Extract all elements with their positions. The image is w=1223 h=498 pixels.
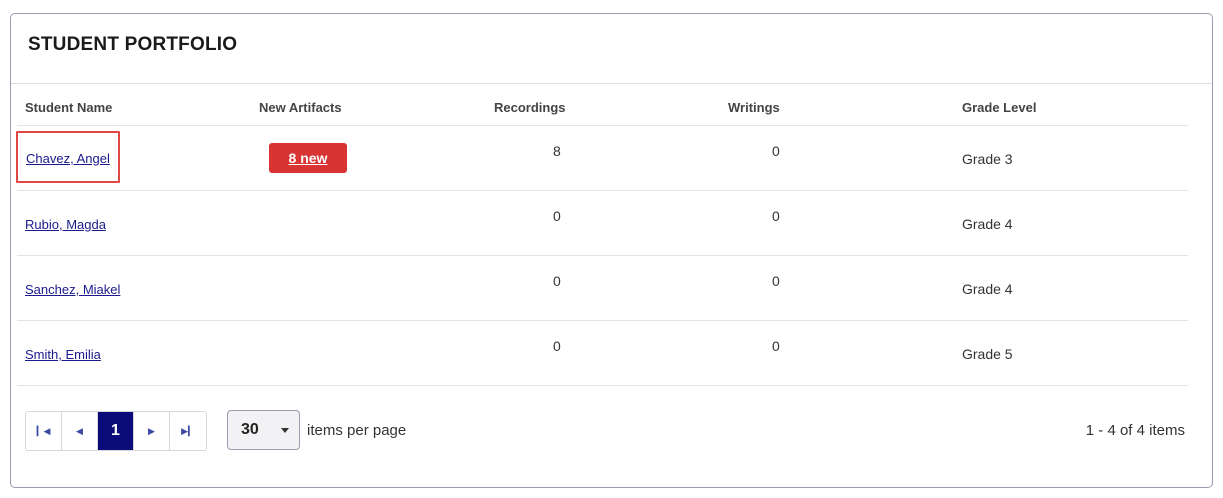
recordings-count: 0	[553, 338, 561, 354]
writings-count: 0	[772, 338, 780, 354]
recordings-count: 0	[553, 208, 561, 224]
column-header-recordings[interactable]: Recordings	[494, 100, 566, 115]
previous-page-button[interactable]: ◀	[62, 412, 98, 450]
grade-level: Grade 3	[962, 151, 1013, 167]
recordings-count: 0	[553, 273, 561, 289]
pager-info: 1 - 4 of 4 items	[1085, 422, 1185, 439]
table-row: Smith, Emilia 0 0 Grade 5	[17, 321, 1188, 386]
page-size-value: 30	[241, 421, 259, 438]
writings-count: 0	[772, 273, 780, 289]
student-link-smith-emilia[interactable]: Smith, Emilia	[25, 347, 101, 362]
dropdown-caret-icon	[281, 428, 289, 433]
student-link-sanchez-miakel[interactable]: Sanchez, Miakel	[25, 282, 120, 297]
recordings-count: 8	[553, 143, 561, 159]
portfolio-grid: Student Name New Artifacts Recordings Wr…	[16, 94, 1188, 386]
column-header-new-artifacts[interactable]: New Artifacts	[259, 100, 342, 115]
table-row: Rubio, Magda 0 0 Grade 4	[17, 191, 1188, 256]
writings-count: 0	[772, 208, 780, 224]
pagination: ▎◀ ◀ 1 ▶ ▶▎	[25, 411, 207, 451]
writings-count: 0	[772, 143, 780, 159]
page-button-current[interactable]: 1	[98, 412, 134, 450]
column-header-grade-level[interactable]: Grade Level	[962, 100, 1036, 115]
new-artifacts-badge[interactable]: 8 new	[269, 143, 347, 173]
grade-level: Grade 5	[962, 346, 1013, 362]
items-per-page-label: items per page	[307, 422, 407, 439]
table-row: Chavez, Angel 8 new 8 0 Grade 3	[16, 126, 1188, 191]
grid-header: Student Name New Artifacts Recordings Wr…	[17, 94, 1188, 126]
student-link-rubio-magda[interactable]: Rubio, Magda	[25, 217, 106, 232]
first-page-icon: ▎◀	[36, 425, 51, 436]
card-header: STUDENT PORTFOLIO	[11, 14, 1212, 84]
card-title: STUDENT PORTFOLIO	[28, 34, 238, 55]
grade-level: Grade 4	[962, 216, 1013, 232]
page-size-select[interactable]: 30	[227, 410, 300, 450]
student-link-chavez-angel[interactable]: Chavez, Angel	[16, 131, 120, 183]
first-page-button[interactable]: ▎◀	[26, 412, 62, 450]
column-header-writings[interactable]: Writings	[728, 100, 780, 115]
next-page-button[interactable]: ▶	[134, 412, 170, 450]
table-row: Sanchez, Miakel 0 0 Grade 4	[17, 256, 1188, 321]
next-page-icon: ▶	[148, 425, 155, 436]
column-header-student-name[interactable]: Student Name	[25, 100, 112, 115]
previous-page-icon: ◀	[76, 425, 83, 436]
last-page-button[interactable]: ▶▎	[170, 412, 206, 450]
grade-level: Grade 4	[962, 281, 1013, 297]
last-page-icon: ▶▎	[181, 425, 195, 436]
